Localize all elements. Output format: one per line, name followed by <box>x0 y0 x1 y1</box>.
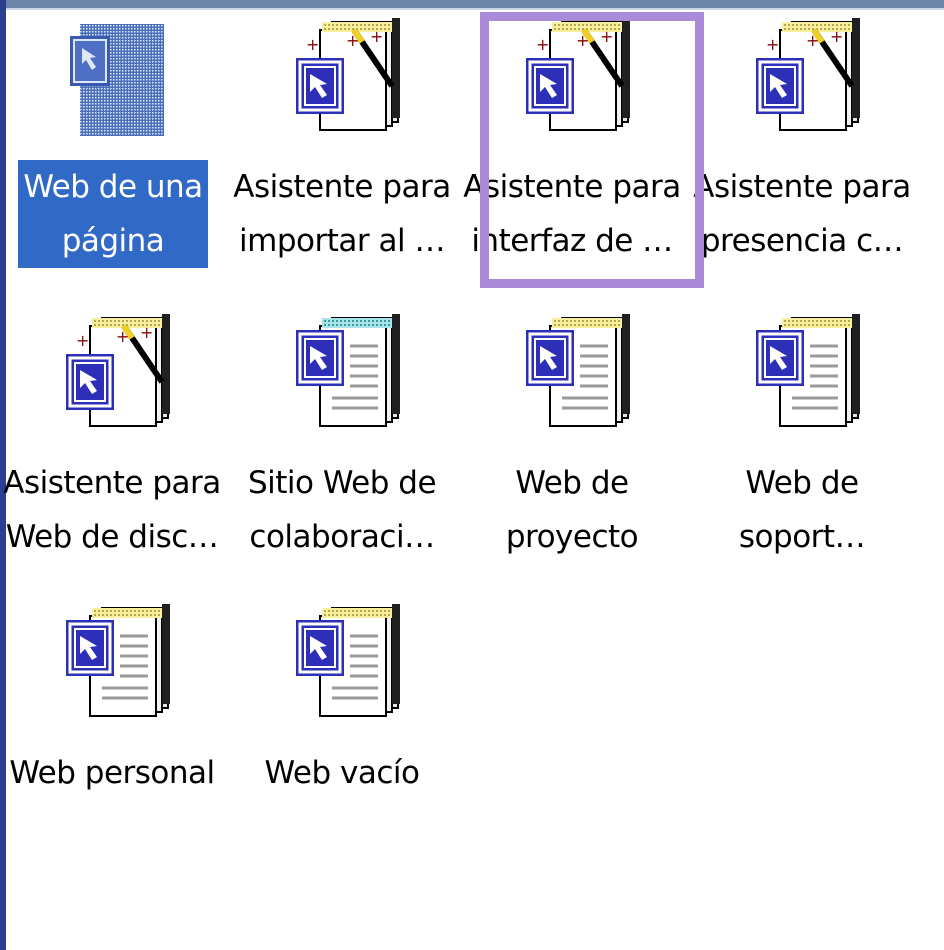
item-label: Web de proyecto <box>505 465 639 555</box>
template-icon <box>292 312 402 428</box>
svg-text:+: + <box>346 31 359 50</box>
item-label: Sitio Web de colaboraci… <box>247 465 437 555</box>
item-label: Asistente para importar al … <box>233 169 451 259</box>
template-item-web-soporte[interactable]: Web de soport… <box>690 296 914 586</box>
template-icon <box>752 312 862 428</box>
svg-text:+: + <box>536 35 549 54</box>
template-icon <box>292 602 402 718</box>
template-item-web-vacio[interactable]: Web vacío <box>230 586 454 876</box>
template-icon <box>62 602 172 718</box>
item-label: Web de soport… <box>738 465 866 555</box>
single-page-web-icon <box>62 16 172 136</box>
svg-text:+: + <box>116 327 129 346</box>
template-item-asistente-importar[interactable]: + + + Asistente para importar al … <box>230 0 454 290</box>
wizard-icon: + + + <box>752 16 862 132</box>
template-item-sitio-colaboracion[interactable]: Sitio Web de colaboraci… <box>230 296 454 586</box>
svg-text:+: + <box>766 35 779 54</box>
template-item-asistente-presencia[interactable]: + + + Asistente para presencia c… <box>690 0 914 290</box>
svg-text:+: + <box>76 331 89 350</box>
svg-text:+: + <box>600 27 613 46</box>
item-label: Asistente para Web de disc… <box>3 465 221 555</box>
template-item-web-personal[interactable]: Web personal <box>0 586 224 876</box>
template-item-web-de-una-pagina[interactable]: Web de una página <box>0 0 224 290</box>
wizard-icon: + + + <box>292 16 402 132</box>
wizard-icon: + + + <box>522 16 632 132</box>
svg-text:+: + <box>806 31 819 50</box>
item-label: Asistente para interfaz de … <box>463 169 681 259</box>
item-label: Web de una página <box>18 160 208 268</box>
template-item-asistente-interfaz[interactable]: + + + Asistente para interfaz de … <box>460 0 684 290</box>
item-label: Asistente para presencia c… <box>693 169 911 259</box>
wizard-icon: + + + <box>62 312 172 428</box>
template-item-web-proyecto[interactable]: Web de proyecto <box>460 296 684 586</box>
item-label: Web vacío <box>264 755 420 791</box>
svg-text:+: + <box>140 323 153 342</box>
svg-text:+: + <box>306 35 319 54</box>
svg-text:+: + <box>370 27 383 46</box>
template-icon <box>522 312 632 428</box>
svg-text:+: + <box>830 27 843 46</box>
svg-text:+: + <box>576 31 589 50</box>
template-item-asistente-discusion[interactable]: + + + Asistente para Web de disc… <box>0 296 224 586</box>
item-label: Web personal <box>9 755 215 791</box>
